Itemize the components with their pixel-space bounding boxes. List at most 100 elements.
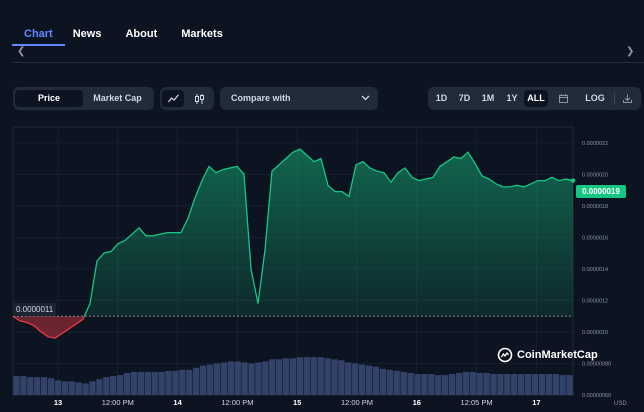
volume-bar — [476, 372, 483, 395]
x-tick-label: 16 — [413, 398, 421, 407]
volume-bar — [517, 374, 525, 395]
volume-bar — [345, 362, 352, 395]
scroll-right-icon[interactable]: ❯ — [626, 46, 634, 57]
volume-bar — [331, 359, 338, 395]
compare-label: Compare with — [231, 93, 291, 103]
volume-bar — [68, 381, 75, 395]
volume-bar — [179, 369, 186, 395]
range-1d-button[interactable]: 1D — [430, 90, 453, 107]
volume-bar — [441, 375, 449, 395]
x-tick-label: 14 — [173, 398, 182, 407]
current-price-tag: 0.0000019 — [576, 185, 626, 198]
volume-bar — [206, 364, 214, 395]
volume-bar — [96, 379, 103, 395]
volume-bar — [531, 374, 539, 395]
tab-bar: Chart News About Markets — [12, 22, 247, 46]
volume-bar — [545, 374, 552, 395]
volume-bar — [20, 376, 27, 395]
coinmarketcap-logo-icon — [497, 347, 513, 363]
x-tick-label: 17 — [532, 398, 540, 407]
volume-bar — [89, 381, 96, 395]
y-tick-label: 0.0000012 — [582, 298, 608, 304]
volume-bar — [193, 367, 200, 395]
tabs-divider — [12, 62, 644, 63]
watermark-text: CoinMarketCap — [517, 349, 598, 361]
volume-bar — [27, 377, 34, 395]
tab-markets[interactable]: Markets — [181, 22, 223, 46]
y-tick-label: 0.0000020 — [582, 172, 608, 178]
volume-bar — [504, 374, 511, 395]
volume-bar — [358, 364, 366, 395]
volume-bar — [448, 374, 456, 395]
volume-bar — [435, 375, 442, 395]
range-all-button[interactable]: ALL — [524, 90, 548, 107]
volume-bar — [34, 377, 41, 395]
volume-bar — [234, 361, 241, 395]
volume-bar — [310, 357, 317, 395]
volume-bar — [511, 374, 518, 395]
volume-bar — [365, 365, 373, 395]
volume-bar — [186, 369, 193, 395]
volume-bar — [220, 362, 228, 395]
volume-bar — [103, 377, 110, 395]
volume-bar — [47, 378, 55, 395]
x-tick-label: 13 — [54, 398, 62, 407]
volume-bar — [317, 357, 324, 395]
volume-bar — [158, 371, 165, 395]
volume-bar — [303, 357, 310, 395]
volume-bar — [40, 377, 48, 395]
volume-bar — [289, 358, 297, 395]
y-tick-label: 0.0000018 — [582, 204, 608, 210]
x-tick-label: 12:00 PM — [341, 398, 373, 407]
volume-bar — [248, 363, 255, 395]
range-1m-button[interactable]: 1M — [476, 90, 500, 107]
volume-bar — [255, 362, 262, 395]
volume-bar — [379, 368, 387, 395]
y-tick-label: 0.00000060 — [582, 393, 611, 399]
price-button[interactable]: Price — [15, 90, 83, 107]
range-7d-button[interactable]: 7D — [453, 90, 476, 107]
price-area-up — [84, 149, 573, 317]
y-tick-label: 0.0000010 — [582, 330, 608, 336]
volume-bar — [165, 370, 172, 395]
volume-bar — [469, 371, 476, 395]
volume-bar — [338, 360, 345, 395]
compare-dropdown[interactable]: Compare with — [220, 87, 378, 110]
line-chart-icon[interactable] — [162, 90, 184, 107]
mode-toggle: Price Market Cap — [13, 87, 154, 110]
range-1y-button[interactable]: 1Y — [500, 90, 524, 107]
tab-about[interactable]: About — [125, 22, 157, 46]
volume-bar — [241, 362, 248, 395]
log-scale-button[interactable]: LOG — [576, 90, 614, 107]
tab-chart[interactable]: Chart — [12, 22, 65, 46]
volume-bar — [172, 370, 179, 395]
volume-bar — [552, 374, 559, 395]
market-cap-button[interactable]: Market Cap — [83, 90, 152, 107]
scroll-left-icon[interactable]: ❮ — [17, 46, 25, 57]
chevron-down-icon — [361, 95, 370, 101]
currency-label: USD — [614, 401, 627, 407]
volume-bar — [497, 374, 504, 395]
volume-bar — [524, 374, 532, 395]
volume-bar — [262, 361, 269, 395]
coinmarketcap-watermark: CoinMarketCap — [497, 347, 598, 363]
x-tick-label: 15 — [293, 398, 301, 407]
candlestick-icon[interactable] — [188, 90, 210, 107]
chart-type-toggle — [160, 87, 214, 110]
volume-bar — [414, 374, 421, 395]
volume-bar — [54, 380, 62, 395]
volume-bar — [137, 371, 145, 395]
calendar-icon[interactable] — [550, 90, 576, 107]
volume-bar — [13, 376, 20, 395]
volume-bar — [282, 358, 290, 395]
volume-bar — [352, 363, 359, 395]
volume-bar — [151, 371, 158, 395]
download-icon[interactable] — [615, 90, 639, 107]
volume-bar — [227, 361, 234, 395]
tab-news[interactable]: News — [73, 22, 102, 46]
baseline-price-tag: 0.0000011 — [13, 303, 57, 316]
x-tick-label: 12:05 PM — [461, 398, 493, 407]
volume-bar — [483, 372, 490, 395]
volume-bar — [421, 374, 428, 395]
y-tick-label: 0.0000016 — [582, 235, 608, 241]
